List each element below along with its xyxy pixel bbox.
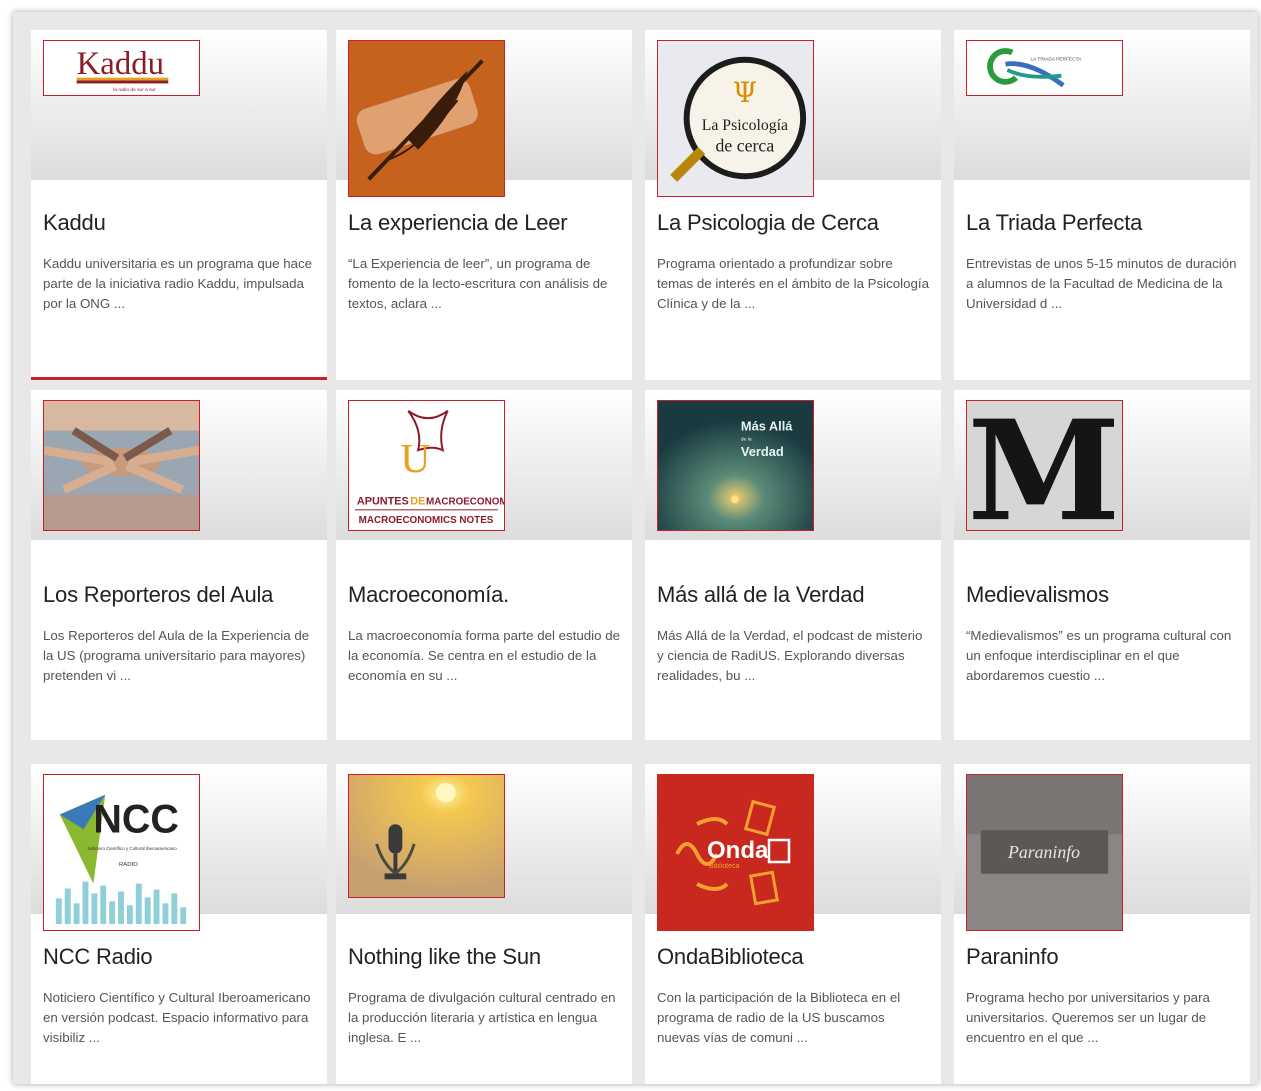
program-description: Programa orientado a profundizar sobre t… [657,256,930,311]
program-image[interactable] [348,774,505,898]
program-title[interactable]: Paraninfo [966,944,1240,970]
onda-logo-text: Onda [707,837,769,864]
program-description: “Medievalismos” es un programa cultural … [966,628,1232,683]
paraninfo-logo-text: Paraninfo [1007,842,1080,862]
program-description: La macroeconomía forma parte del estudio… [348,628,621,683]
program-card[interactable]: M Medievalismos “Medievalismos” es un pr… [954,390,1250,740]
program-image[interactable]: Kaddu la radio de sur a sur [43,40,200,96]
program-title[interactable]: NCC Radio [43,944,317,970]
image-text-line-1: La Psicología [702,117,788,134]
macroeconomia-logo: U APUNTES DE MACROECONOMÍA MACROECONOMIC… [349,401,504,530]
program-image[interactable]: M [966,400,1123,531]
program-card[interactable]: Más Allá de la Verdad Más allá de la Ver… [645,390,941,740]
psi-icon: Ψ [733,76,757,109]
svg-text:U: U [400,435,430,481]
image-text-verdad: Verdad [741,444,784,459]
onda-biblioteca-logo: Onda Biblioteca [657,774,814,931]
paraninfo-image: Paraninfo [967,775,1122,930]
gothic-m-letter: M [968,401,1121,530]
ncc-logo-text: NCC [93,797,179,841]
program-grid: Kaddu la radio de sur a sur Kaddu Kaddu … [13,12,1258,1084]
program-description: Más Allá de la Verdad, el podcast de mis… [657,628,923,683]
kaddu-logo-text: Kaddu [77,46,164,82]
program-description: Con la participación de la Biblioteca en… [657,990,901,1045]
ncc-logo: NCC Noticiero Científico y Cultural Iber… [44,775,199,930]
program-title[interactable]: La Triada Perfecta [966,210,1240,236]
microphone-sun-image [349,775,504,897]
program-description: Programa hecho por universitarios y para… [966,990,1210,1045]
kaddu-logo: Kaddu la radio de sur a sur [45,41,198,95]
program-image[interactable] [348,40,505,197]
program-card[interactable]: Kaddu la radio de sur a sur Kaddu Kaddu … [31,30,327,380]
program-image[interactable]: Ψ La Psicología de cerca [657,40,814,197]
program-title[interactable]: Macroeconomía. [348,582,622,608]
gothic-m-image: M [967,401,1122,530]
program-description: Kaddu universitaria es un programa que h… [43,256,313,311]
program-card[interactable]: LA TRIADA PERFECTA La Triada Perfecta En… [954,30,1250,380]
program-image[interactable]: U APUNTES DE MACROECONOMÍA MACROECONOMIC… [348,400,505,531]
program-description: Noticiero Científico y Cultural Iberoame… [43,990,311,1045]
image-text-notes: MACROECONOMICS NOTES [359,515,494,526]
program-title[interactable]: La experiencia de Leer [348,210,622,236]
program-image[interactable]: LA TRIADA PERFECTA [966,40,1123,96]
program-description: Entrevistas de unos 5-15 minutos de dura… [966,256,1237,311]
program-title[interactable]: La Psicologia de Cerca [657,210,931,236]
image-text-apuntes: APUNTES [357,495,409,507]
program-title[interactable]: OndaBiblioteca [657,944,931,970]
image-text-macro: MACROECONOMÍA [426,496,504,507]
program-card[interactable]: Onda Biblioteca OndaBiblioteca Con la pa… [645,764,941,1084]
onda-logo-subtext: Biblioteca [709,863,739,870]
image-text-mas-alla: Más Allá [741,419,793,434]
ncc-logo-subtext: Noticiero Científico y Cultural Iberoame… [87,846,177,851]
program-card[interactable]: Nothing like the Sun Programa de divulga… [336,764,632,1084]
program-title[interactable]: Los Reporteros del Aula [43,582,317,608]
image-text-de-la: de la [741,436,752,442]
program-card[interactable]: NCC Noticiero Científico y Cultural Iber… [31,764,327,1084]
kaddu-logo-subtext: la radio de sur a sur [113,87,156,93]
magnifier-image: Ψ La Psicología de cerca [658,41,813,196]
mystery-forest-image: Más Allá de la Verdad [658,401,813,530]
image-text-de: DE [410,495,425,507]
program-card[interactable]: U APUNTES DE MACROECONOMÍA MACROECONOMIC… [336,390,632,740]
program-card[interactable]: Los Reporteros del Aula Los Reporteros d… [31,390,327,740]
program-image[interactable] [43,400,200,531]
triada-logo: LA TRIADA PERFECTA [968,41,1121,95]
program-image[interactable]: NCC Noticiero Científico y Cultural Iber… [43,774,200,931]
program-card[interactable]: Paraninfo Paraninfo Programa hecho por u… [954,764,1250,1084]
program-card[interactable]: La experiencia de Leer “La Experiencia d… [336,30,632,380]
program-title[interactable]: Medievalismos [966,582,1240,608]
program-image[interactable]: Más Allá de la Verdad [657,400,814,531]
program-title[interactable]: Más allá de la Verdad [657,582,931,608]
triada-logo-text: LA TRIADA PERFECTA [1031,56,1083,62]
hands-together-image [44,401,199,530]
image-text-line-2: de cerca [716,136,775,156]
program-title[interactable]: Kaddu [43,210,317,236]
quill-parchment-image [349,41,504,196]
program-image[interactable]: Paraninfo [966,774,1123,931]
program-image[interactable]: Onda Biblioteca [657,774,814,931]
program-card[interactable]: Ψ La Psicología de cerca La Psicologia d… [645,30,941,380]
program-description: Los Reporteros del Aula de la Experienci… [43,628,310,683]
program-description: “La Experiencia de leer”, un programa de… [348,256,608,311]
program-title[interactable]: Nothing like the Sun [348,944,622,970]
program-description: Programa de divulgación cultural centrad… [348,990,616,1045]
ncc-radio-text: RADIO [119,862,138,868]
